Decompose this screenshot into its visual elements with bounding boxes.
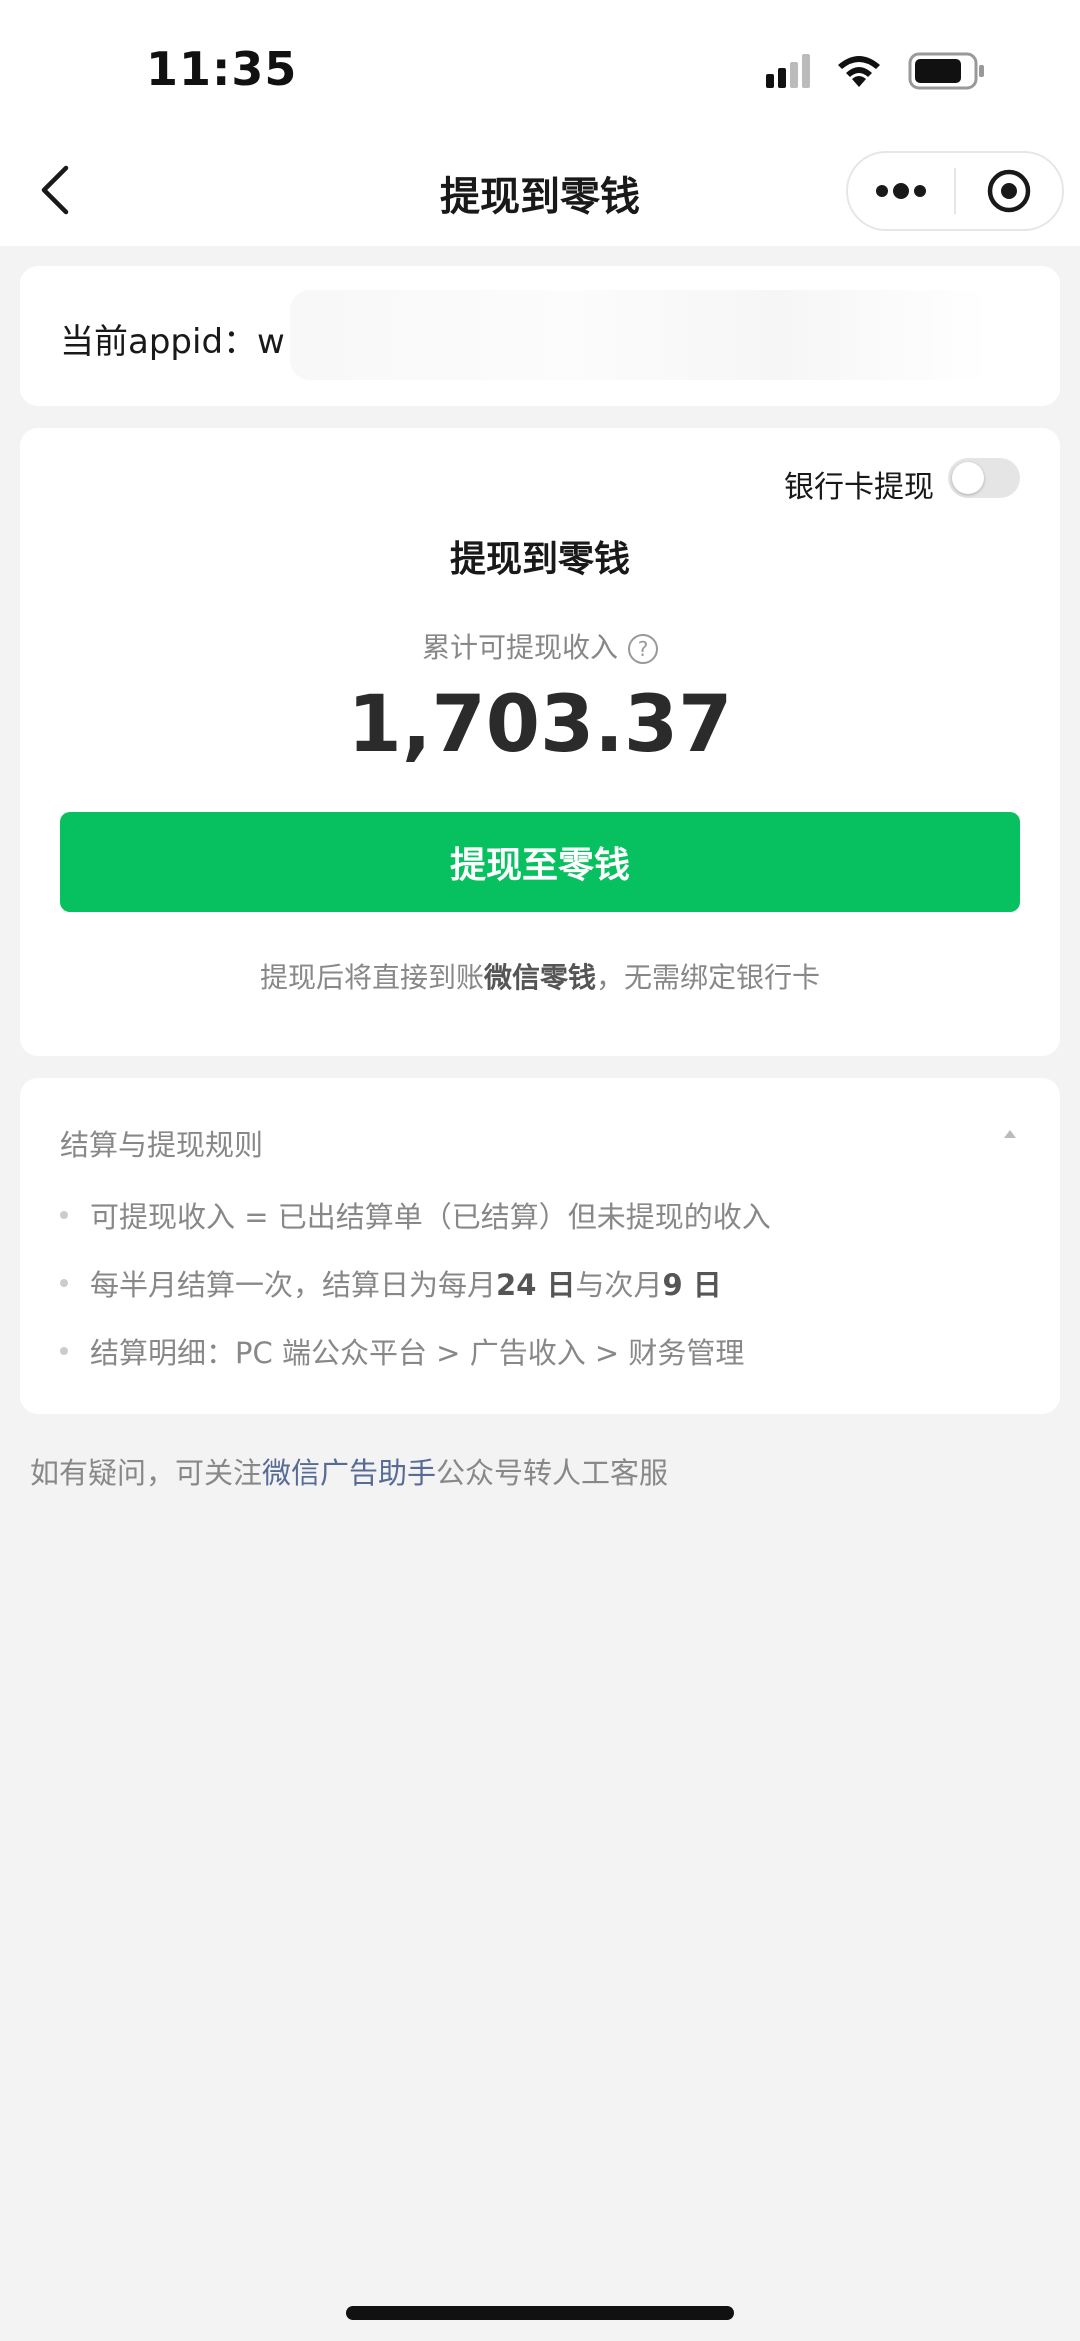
rule-bold-date: 9 日: [662, 1268, 722, 1302]
tip-prefix: 提现后将直接到账: [259, 961, 484, 994]
cellular-signal-icon: [766, 54, 810, 88]
footer-help: 如有疑问，可关注微信广告助手公众号转人工客服: [30, 1450, 668, 1492]
more-icon: [876, 183, 926, 199]
more-button[interactable]: [848, 153, 954, 229]
income-label-row: 累计可提现收入?: [20, 626, 1060, 666]
wechat-ad-assistant-link[interactable]: 微信广告助手: [262, 1456, 436, 1490]
question-icon[interactable]: ?: [628, 634, 658, 664]
rule-text-part: 与次月: [575, 1268, 663, 1302]
bullet-icon: [60, 1279, 68, 1287]
income-label: 累计可提现收入: [421, 631, 618, 664]
bullet-icon: [60, 1347, 68, 1355]
collapse-arrow-icon[interactable]: [1004, 1130, 1016, 1138]
status-icons: [766, 52, 986, 90]
withdrawable-amount: 1,703.37: [347, 680, 733, 770]
bank-withdraw-label: 银行卡提现: [784, 470, 934, 505]
withdraw-to-change-button[interactable]: 提现至零钱: [60, 812, 1020, 912]
target-close-icon: [987, 169, 1031, 213]
appid-text: 当前appid：w: [60, 314, 285, 363]
home-indicator[interactable]: [346, 2306, 734, 2320]
close-button[interactable]: [956, 153, 1062, 229]
wifi-icon: [838, 56, 880, 87]
rule-item: 可提现收入 = 已出结算单（已结算）但未提现的收入: [60, 1194, 771, 1236]
appid-redaction: [290, 290, 990, 380]
rule-text: 可提现收入 = 已出结算单（已结算）但未提现的收入: [90, 1200, 771, 1234]
tip-bold: 微信零钱: [483, 961, 596, 994]
status-time: 11:35: [146, 42, 298, 96]
withdraw-tip: 提现后将直接到账微信零钱，无需绑定银行卡: [20, 956, 1060, 996]
rule-text: 结算明细：PC 端公众平台 > 广告收入 > 财务管理: [90, 1336, 745, 1370]
withdraw-title: 提现到零钱: [449, 539, 630, 580]
rule-bold-date: 24 日: [496, 1268, 576, 1302]
footer-prefix: 如有疑问，可关注: [30, 1456, 263, 1490]
appid-label: 当前appid：: [60, 322, 258, 362]
toggle-knob: [952, 462, 984, 494]
page: 11:35 提现到零钱 当前appid：w 银行卡提现 提现到零钱 累计可提现收…: [0, 0, 1080, 2341]
rules-title[interactable]: 结算与提现规则: [60, 1122, 263, 1164]
top-bar: 11:35 提现到零钱: [0, 0, 1080, 246]
rules-card: 结算与提现规则 可提现收入 = 已出结算单（已结算）但未提现的收入 每半月结算一…: [20, 1078, 1060, 1414]
bullet-icon: [60, 1211, 68, 1219]
footer-suffix: 公众号转人工客服: [436, 1456, 669, 1490]
battery-icon: [908, 52, 984, 90]
rule-text-part: 每半月结算一次，结算日为每月: [90, 1268, 497, 1302]
rule-item: 结算明细：PC 端公众平台 > 广告收入 > 财务管理: [60, 1330, 744, 1372]
appid-value: w: [257, 322, 285, 362]
mini-program-capsule: [846, 151, 1064, 231]
tip-suffix: ，无需绑定银行卡: [596, 961, 821, 994]
withdraw-card: 银行卡提现 提现到零钱 累计可提现收入? 1,703.37 提现至零钱 提现后将…: [20, 428, 1060, 1056]
rule-text: 每半月结算一次，结算日为每月24 日与次月9 日: [90, 1262, 722, 1304]
bank-withdraw-toggle[interactable]: [948, 458, 1020, 498]
rule-item: 每半月结算一次，结算日为每月24 日与次月9 日: [60, 1262, 722, 1304]
